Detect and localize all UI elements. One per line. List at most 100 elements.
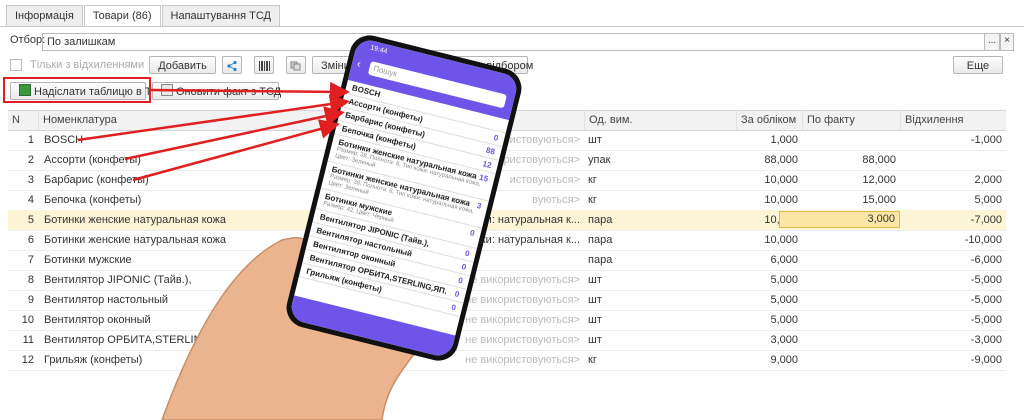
row-deviation: -5,000 [970, 314, 1002, 326]
row-number: 7 [27, 254, 34, 266]
filter-input[interactable]: По залишкам [42, 33, 990, 51]
row-accounting: 10,000 [764, 194, 798, 206]
col-header-deviation[interactable]: Відхилення [900, 111, 1006, 130]
change-button[interactable]: Змінит [312, 56, 356, 74]
row-unit: шт [588, 334, 602, 346]
col-header-fact[interactable]: По факту [802, 111, 900, 130]
row-number: 10 [21, 314, 34, 326]
row-characteristic: кожи: натуральная к... [467, 214, 580, 226]
row-characteristic: не використовуються> [465, 274, 580, 286]
row-fact: 88,000 [862, 154, 896, 166]
row-deviation: -1,000 [970, 134, 1002, 146]
row-number: 2 [27, 154, 34, 166]
filter-label: Отбор: [10, 34, 46, 46]
table-row[interactable]: 5 Ботинки женские натуральная кожа кожи: н… [8, 210, 1006, 231]
row-fact: 15,000 [862, 194, 896, 206]
tab-bar: Інформація Товари (86) Напаштування ТСД [6, 5, 281, 27]
row-name: Барбарис (конфеты) [44, 174, 149, 186]
row-number: 11 [22, 334, 34, 346]
row-number: 4 [27, 194, 34, 206]
filter-select-button[interactable]: ... [984, 33, 1000, 51]
table-row[interactable]: 12 Грильяж (конфеты) не використовуються> к… [8, 350, 1006, 371]
row-unit: шт [588, 294, 602, 306]
tab-divider [0, 26, 1024, 27]
row-deviation: -9,000 [970, 354, 1002, 366]
row-accounting: 10,000 [764, 174, 798, 186]
table-row[interactable]: 6 Ботинки женские натуральная кожа Тип кож… [8, 230, 1006, 251]
tab-tsd-settings[interactable]: Напаштування ТСД [161, 5, 281, 26]
table-row[interactable]: 7 Ботинки мужские пара 6,000 -6,000 [8, 250, 1006, 271]
row-name: Вентилятор JIPONIC (Тайв.), [44, 274, 192, 286]
row-unit: шт [588, 274, 602, 286]
toolbar-primary: Тільки з відхиленнями Добавить Змінит За… [10, 55, 1024, 77]
table-row[interactable]: 8 Вентилятор JIPONIC (Тайв.), не використо… [8, 270, 1006, 291]
row-accounting: 9,000 [770, 354, 798, 366]
only-deviations-label: Тільки з відхиленнями [30, 59, 145, 71]
row-name: Ботинки мужские [44, 254, 132, 266]
row-accounting: 3,000 [770, 334, 798, 346]
row-deviation: -6,000 [970, 254, 1002, 266]
row-name: Бепочка (конфеты) [44, 194, 142, 206]
refresh-fact-icon [161, 84, 173, 96]
only-deviations-checkbox[interactable] [10, 59, 22, 71]
row-accounting: 6,000 [770, 254, 798, 266]
col-header-n[interactable]: N [8, 111, 38, 130]
row-name: Ботинки женские натуральная кожа [44, 214, 227, 226]
row-fact-input[interactable]: 3,000 [779, 211, 900, 228]
toolbar-tsd: Надіслати таблицю в ТСД Оновити факт з Т… [0, 82, 1024, 104]
row-name: Ботинки женские натуральная кожа [44, 234, 227, 246]
table-row[interactable]: 9 Вентилятор настольный не використовуютьс… [8, 290, 1006, 311]
row-name: Ассорти (конфеты) [44, 154, 141, 166]
row-number: 12 [21, 354, 34, 366]
table-row[interactable]: 11 Вентилятор ОРБИТА,STERLING,С не викорис… [8, 330, 1006, 351]
row-unit: шт [588, 314, 602, 326]
col-header-unit[interactable]: Од. вим. [584, 111, 736, 130]
row-deviation: 5,000 [974, 194, 1002, 206]
fill-by-selection-button[interactable]: Заповнити за відбором [406, 56, 533, 74]
row-accounting: 88,000 [764, 154, 798, 166]
more-button[interactable]: Еще [953, 56, 1003, 74]
refresh-fact-label: Оновити факт з ТСД [176, 86, 282, 98]
tab-goods[interactable]: Товари (86) [83, 5, 161, 27]
row-number: 5 [27, 214, 34, 226]
row-unit: шт [588, 134, 602, 146]
row-characteristic: вуються> [532, 194, 580, 206]
copy-icon[interactable] [286, 56, 306, 74]
row-number: 1 [27, 134, 34, 146]
refresh-fact-from-tsd-button[interactable]: Оновити факт з ТСД [152, 82, 282, 100]
row-accounting: 5,000 [770, 294, 798, 306]
row-unit: упак [588, 154, 611, 166]
row-unit: кг [588, 174, 597, 186]
add-button[interactable]: Добавить [149, 56, 216, 74]
row-deviation: -3,000 [970, 334, 1002, 346]
row-characteristic: ристовуються> [503, 154, 580, 166]
row-characteristic: не використовуються> [465, 354, 580, 366]
table-row[interactable]: 10 Вентилятор оконный не використовуються>… [8, 310, 1006, 331]
col-header-name[interactable]: Номенклатура [38, 111, 584, 130]
row-characteristic: не використовуються> [465, 334, 580, 346]
row-accounting: 10,000 [764, 234, 798, 246]
row-deviation: -5,000 [970, 274, 1002, 286]
row-accounting: 5,000 [770, 314, 798, 326]
row-name: Грильяж (конфеты) [44, 354, 143, 366]
table-row[interactable]: 3 Барбарис (конфеты) истовуються> кг 10,000 1… [8, 170, 1006, 191]
share-icon[interactable] [222, 56, 242, 74]
tab-information[interactable]: Інформація [6, 5, 83, 26]
row-characteristic: Тип кожи: натуральная к... [446, 234, 580, 246]
col-header-accounting[interactable]: За обліком [736, 111, 802, 130]
row-name: Вентилятор оконный [44, 314, 151, 326]
row-deviation: -7,000 [970, 214, 1002, 226]
row-number: 9 [27, 294, 34, 306]
table-row[interactable]: 1 BOSCH ристовуються> шт 1,000 -1,000 [8, 130, 1006, 151]
row-characteristic: не використовуються> [465, 294, 580, 306]
table-row[interactable]: 4 Бепочка (конфеты) вуються> кг 10,000 15,000… [8, 190, 1006, 211]
barcode-icon[interactable] [254, 56, 274, 74]
table-header: N Номенклатура Од. вим. За обліком По фа… [8, 110, 1006, 131]
highlight-box [3, 77, 151, 103]
filter-clear-button[interactable]: × [1000, 33, 1014, 51]
row-characteristic: истовуються> [509, 174, 580, 186]
row-name: BOSCH [44, 134, 84, 146]
table-row[interactable]: 2 Ассорти (конфеты) ристовуються> упак 88,00… [8, 150, 1006, 171]
row-unit: пара [588, 214, 613, 226]
row-unit: пара [588, 234, 613, 246]
